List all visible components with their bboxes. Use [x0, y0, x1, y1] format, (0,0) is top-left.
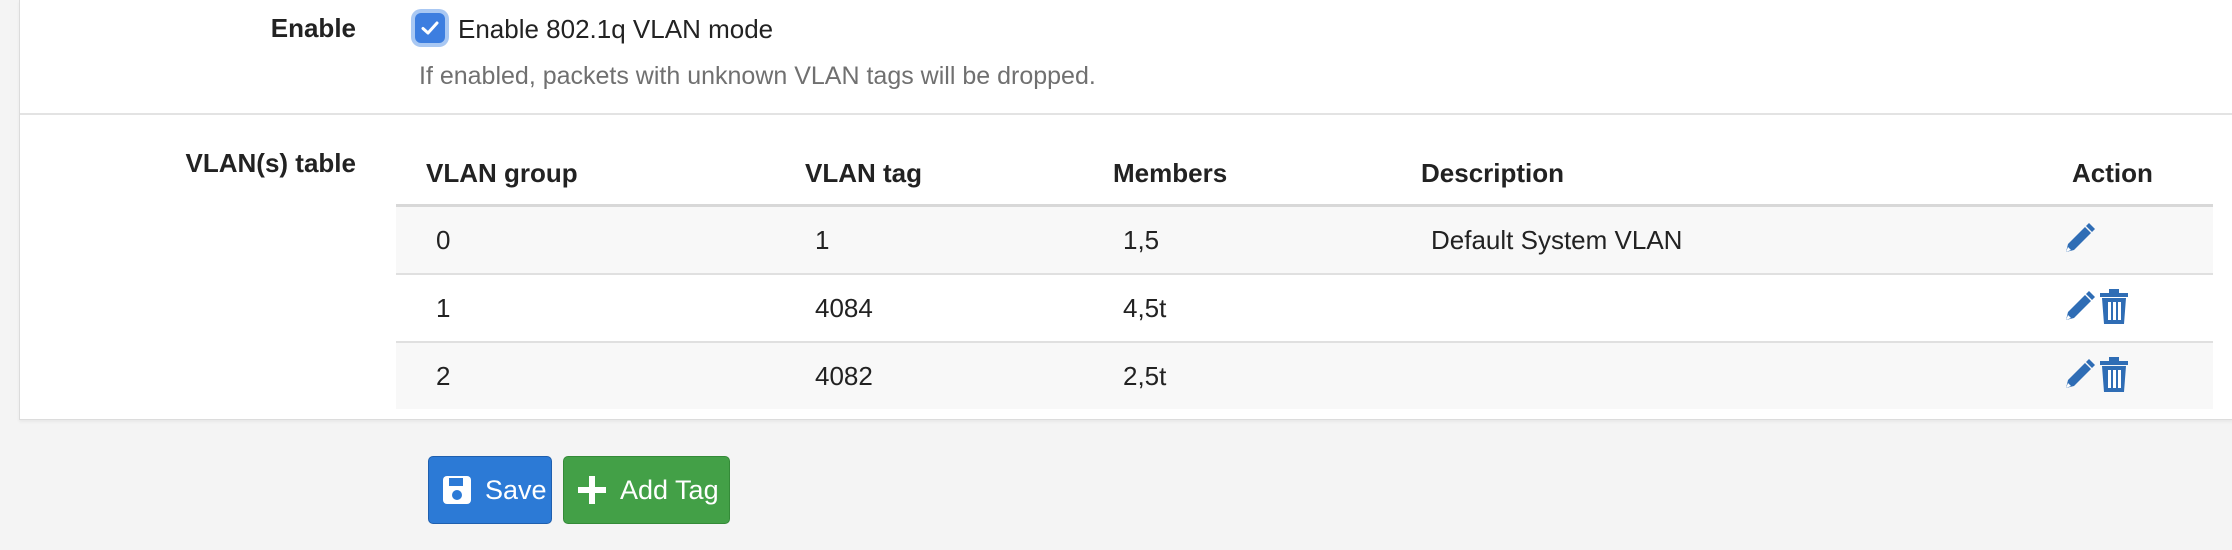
edit-icon[interactable]	[2060, 220, 2098, 258]
enable-help-text: If enabled, packets with unknown VLAN ta…	[419, 62, 1096, 90]
cell-vlan-group: 1	[436, 293, 451, 323]
column-header-members: Members	[1113, 158, 1228, 188]
enable-label: Enable	[270, 13, 356, 43]
edit-icon[interactable]	[2060, 356, 2098, 394]
save-button-label: Save	[485, 474, 547, 505]
save-button[interactable]: Save	[428, 456, 552, 524]
checkmark-icon	[421, 21, 439, 35]
cell-description: Default System VLAN	[1431, 225, 1683, 255]
table-row: 0 1 1,5 Default System VLAN	[396, 207, 2213, 275]
cell-members: 2,5t	[1123, 361, 1167, 391]
row-actions	[2060, 220, 2098, 258]
add-tag-button-label: Add Tag	[620, 474, 719, 505]
cell-members: 1,5	[1123, 225, 1160, 255]
enable-vlan-checkbox[interactable]	[415, 13, 445, 43]
cell-members: 4,5t	[1123, 293, 1167, 323]
column-header-description: Description	[1421, 158, 1565, 188]
form-row-divider	[20, 113, 2232, 115]
column-header-vlan-tag: VLAN tag	[805, 158, 922, 188]
cell-vlan-group: 0	[436, 225, 451, 255]
edit-icon[interactable]	[2060, 288, 2098, 326]
trash-icon[interactable]	[2098, 356, 2130, 394]
cell-vlan-tag: 4084	[815, 293, 873, 323]
vlan-table-label: VLAN(s) table	[185, 148, 356, 178]
cell-vlan-group: 2	[436, 361, 451, 391]
trash-icon[interactable]	[2098, 288, 2130, 326]
column-header-vlan-group: VLAN group	[426, 158, 578, 188]
column-header-action: Action	[2072, 158, 2153, 188]
enable-vlan-checkbox-label[interactable]: Enable 802.1q VLAN mode	[458, 14, 773, 45]
plus-icon	[576, 474, 608, 506]
floppy-disk-icon	[441, 474, 473, 506]
row-actions	[2060, 288, 2130, 326]
vlan-table-header: VLAN group VLAN tag Members Description …	[396, 158, 2213, 202]
table-row: 1 4084 4,5t	[396, 275, 2213, 343]
add-tag-button[interactable]: Add Tag	[563, 456, 730, 524]
row-actions	[2060, 356, 2130, 394]
table-row: 2 4082 2,5t	[396, 343, 2213, 409]
cell-vlan-tag: 4082	[815, 361, 873, 391]
cell-vlan-tag: 1	[815, 225, 830, 255]
